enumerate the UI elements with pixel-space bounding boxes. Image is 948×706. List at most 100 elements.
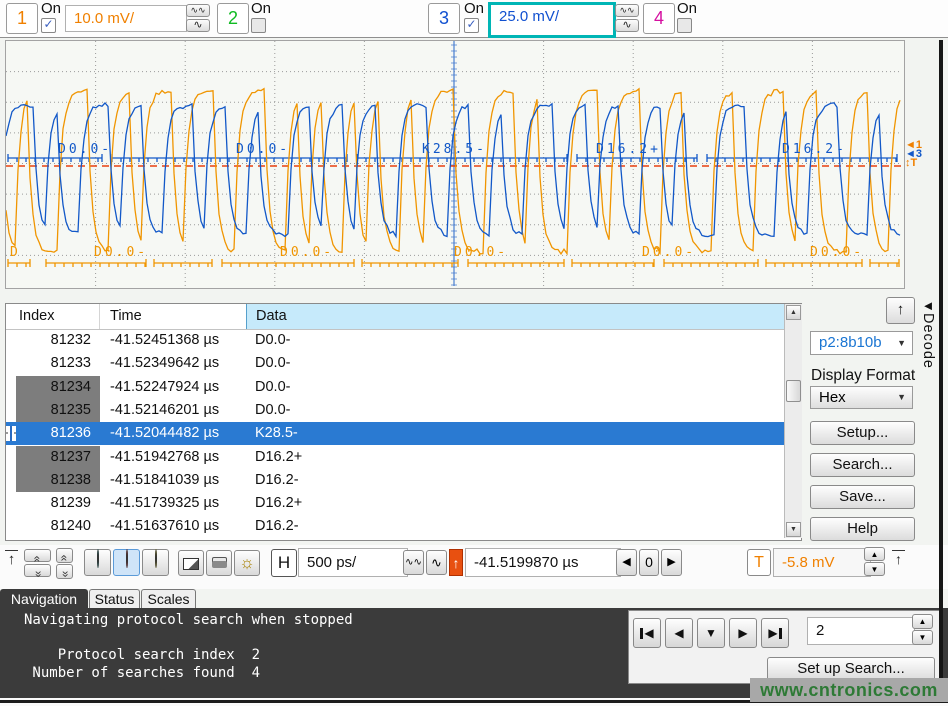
horizontal-menu-button[interactable]: H [271, 549, 297, 577]
channel-1-on-checkbox[interactable]: ✓ [41, 18, 56, 33]
previous-result-button[interactable]: ◀ [665, 618, 693, 648]
run-icon [97, 549, 99, 568]
first-result-button[interactable]: ◀ [633, 618, 661, 648]
channel-3-scale-field[interactable]: 25.0 mV/ [491, 5, 613, 29]
table-row[interactable]: 81234-41.52247924 µsD0.0- [6, 376, 784, 399]
cell-index: 81233 [16, 352, 100, 375]
cell-time: -41.52044482 µs [100, 422, 246, 445]
spinner-down-icon[interactable]: ▼ [912, 630, 933, 645]
trigger-slope-icon[interactable]: ↑ [449, 549, 463, 576]
search-index-field[interactable]: 2 [807, 617, 915, 645]
scroll-up-icon[interactable]: ▲ [786, 305, 801, 320]
decode-table-scrollbar[interactable]: ▲ ▼ [784, 304, 802, 538]
scale-down-icon[interactable]: ∿ [615, 19, 639, 32]
table-row[interactable]: 81238-41.51841039 µsD16.2- [6, 469, 784, 492]
cell-index: 81239 [16, 492, 100, 515]
cell-time: -41.52349642 µs [100, 352, 246, 375]
fine-scroll-buttons: « « [56, 548, 73, 579]
decode-table-header: Index Time Data [6, 304, 784, 330]
chevron-down-icon[interactable]: « [24, 564, 51, 577]
position-left-icon[interactable]: ◀ [616, 549, 637, 576]
trigger-level-spinner: ▲ ▼ [864, 547, 885, 576]
channel-1-button[interactable]: 1 [6, 3, 38, 34]
table-row[interactable]: 81239-41.51739325 µsD16.2+ [6, 492, 784, 515]
spinner-up-icon[interactable]: ▲ [912, 614, 933, 629]
stop-button[interactable] [113, 549, 140, 576]
chevron-up-icon[interactable]: « [56, 548, 73, 563]
channel-1-scale-field[interactable]: 10.0 mV/ [65, 5, 187, 32]
cell-time: -41.51637610 µs [100, 515, 246, 538]
channel-3-button[interactable]: 3 [428, 3, 460, 34]
table-row[interactable]: 81235-41.52146201 µsD0.0- [6, 399, 784, 422]
table-row[interactable]: 81236-41.52044482 µsK28.5- [6, 422, 784, 445]
scale-down-icon[interactable]: ∿ [186, 19, 210, 32]
cell-index: 81234 [16, 376, 100, 399]
print-button[interactable] [206, 550, 232, 576]
trigger-edge-icon[interactable]: ↑ [892, 550, 905, 567]
next-result-button[interactable]: ▶ [729, 618, 757, 648]
cell-time: -41.51841039 µs [100, 469, 246, 492]
display-format-dropdown[interactable]: Hex▼ [810, 386, 913, 409]
table-row[interactable]: 81233-41.52349642 µsD0.0- [6, 352, 784, 375]
channel-2-button[interactable]: 2 [217, 3, 249, 34]
channel-3-on-checkbox[interactable]: ✓ [464, 18, 479, 33]
cell-time: -41.51942768 µs [100, 446, 246, 469]
timebase-field[interactable]: 500 ps/ [298, 548, 408, 577]
trigger-menu-button[interactable]: T [747, 549, 771, 576]
spinner-up-icon[interactable]: ▲ [864, 547, 885, 561]
screen-capture-button[interactable] [178, 550, 204, 576]
scrollbar-thumb[interactable] [786, 380, 801, 402]
column-header-data[interactable]: Data [246, 304, 784, 329]
position-right-icon[interactable]: ▶ [661, 549, 682, 576]
scroll-down-icon[interactable]: ▼ [786, 522, 801, 537]
channel-3-scale-steppers: ∿∿ ∿ [615, 4, 639, 34]
table-row[interactable]: 81232-41.52451368 µsD0.0- [6, 329, 784, 352]
run-button[interactable] [84, 549, 111, 576]
chevron-up-icon[interactable]: « [24, 549, 51, 562]
position-zero-button[interactable]: 0 [639, 549, 659, 576]
decode-panel-tab[interactable]: ◄ Decode [917, 298, 939, 418]
trigger-level-field[interactable]: -5.8 mV [773, 548, 871, 577]
tab-navigation[interactable]: Navigation [0, 589, 88, 608]
channel-4-button[interactable]: 4 [643, 3, 675, 34]
channel-3-on-label: On [464, 0, 484, 17]
brightness-button[interactable]: ☼ [234, 550, 260, 576]
search-button[interactable]: Search... [810, 453, 915, 477]
cell-index: 81237 [16, 446, 100, 469]
setup-button[interactable]: Setup... [810, 421, 915, 445]
horizontal-position-field[interactable]: -41.5199870 µs [465, 548, 621, 577]
chevron-down-icon[interactable]: « [56, 564, 73, 579]
scale-up-icon[interactable]: ∿∿ [615, 4, 639, 17]
scale-up-icon[interactable]: ∿∿ [186, 4, 210, 17]
channel-4-on-checkbox[interactable] [677, 18, 692, 33]
help-button[interactable]: Help [810, 517, 915, 541]
decode-bus-label: D [10, 245, 21, 260]
printer-icon [212, 561, 227, 568]
display-format-label: Display Format [811, 367, 915, 385]
waveform-display[interactable]: D0.0-D0.0-K28.5-D16.2+D16.2- DD0.0-D0.0-… [5, 40, 905, 289]
timebase-zoom-in-icon[interactable]: ∿ [426, 550, 447, 575]
popup-arrow-icon[interactable]: ↑ [5, 550, 18, 568]
channel-2-on-checkbox[interactable] [251, 18, 266, 33]
tab-status[interactable]: Status [89, 589, 140, 608]
single-button[interactable] [142, 549, 169, 576]
tab-scales[interactable]: Scales [141, 589, 196, 608]
spinner-down-icon[interactable]: ▼ [864, 562, 885, 576]
decode-bus-label: D0.0- [642, 245, 696, 260]
decode-bus-label: D0.0- [280, 245, 334, 260]
save-button[interactable]: Save... [810, 485, 915, 509]
table-row[interactable]: 81240-41.51637610 µsD16.2- [6, 515, 784, 538]
stop-icon [126, 549, 128, 568]
screen-capture-icon [183, 558, 199, 570]
window-right-border [939, 40, 943, 700]
column-header-index[interactable]: Index [6, 304, 100, 329]
table-row[interactable]: 81237-41.51942768 µsD16.2+ [6, 446, 784, 469]
last-result-button[interactable]: ▶ [761, 618, 789, 648]
stop-navigation-button[interactable]: ▼ [697, 618, 725, 648]
panel-collapse-up-button[interactable]: ↑ [886, 297, 915, 324]
column-header-time[interactable]: Time [100, 304, 246, 329]
timebase-zoom-out-icon[interactable]: ∿∿ [403, 550, 424, 575]
decode-source-dropdown[interactable]: p2:8b10b▼ [810, 331, 913, 355]
cell-data: K28.5- [246, 422, 784, 445]
cell-time: -41.52146201 µs [100, 399, 246, 422]
